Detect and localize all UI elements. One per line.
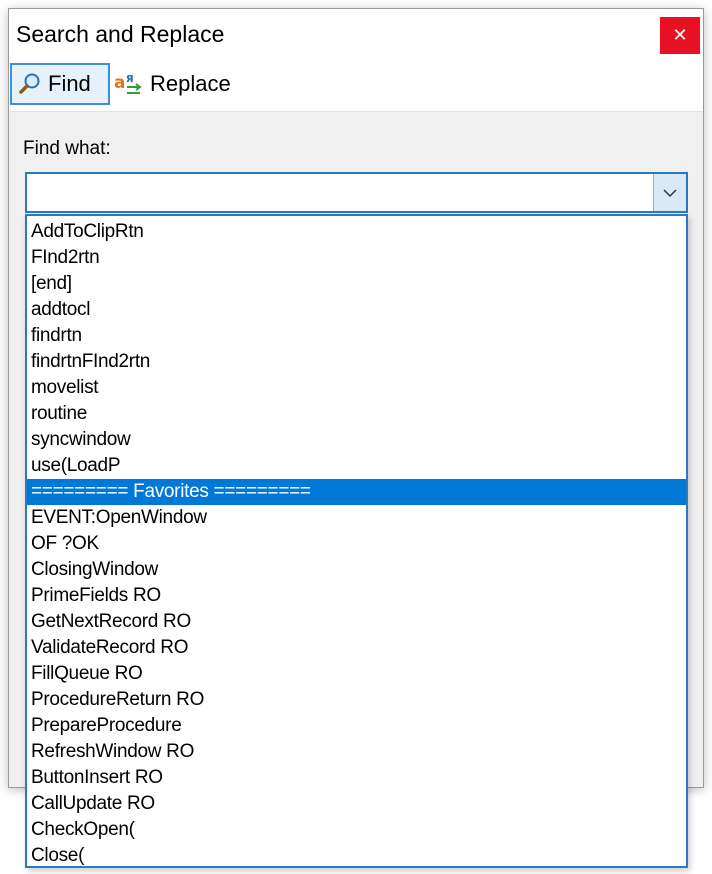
list-item[interactable]: FillQueue RO: [27, 661, 686, 687]
list-item[interactable]: EVENT:OpenWindow: [27, 505, 686, 531]
svg-text:я: я: [126, 71, 134, 85]
toolbar: Find a я Replace: [9, 59, 703, 112]
list-item[interactable]: FInd2rtn: [27, 245, 686, 271]
list-item[interactable]: [end]: [27, 271, 686, 297]
list-item[interactable]: PrimeFields RO: [27, 583, 686, 609]
list-item-selected[interactable]: ========= Favorites =========: [27, 479, 686, 505]
list-item[interactable]: ClosingWindow: [27, 557, 686, 583]
list-item[interactable]: CheckOpen(: [27, 817, 686, 843]
tab-find-label: Find: [48, 71, 91, 96]
find-what-combobox[interactable]: [25, 172, 688, 213]
tab-find[interactable]: Find: [10, 63, 110, 105]
close-icon: ✕: [672, 25, 688, 46]
list-item[interactable]: Close(: [27, 843, 686, 866]
magnifier-icon: [19, 73, 40, 94]
svg-text:a: a: [114, 73, 125, 93]
list-item[interactable]: RefreshWindow RO: [27, 739, 686, 765]
list-item[interactable]: syncwindow: [27, 427, 686, 453]
window-title: Search and Replace: [16, 21, 225, 47]
list-item[interactable]: OF ?OK: [27, 531, 686, 557]
title-bar[interactable]: Search and Replace ✕: [9, 9, 703, 59]
replace-icon: a я: [114, 71, 142, 94]
list-item[interactable]: PrepareProcedure: [27, 713, 686, 739]
tab-replace[interactable]: a я Replace: [112, 63, 231, 105]
find-what-label: Find what:: [23, 138, 111, 159]
list-item[interactable]: ButtonInsert RO: [27, 765, 686, 791]
dropdown-list: AddToClipRtn FInd2rtn [end] addtocl findrtn f…: [27, 216, 686, 866]
list-item[interactable]: findrtn: [27, 323, 686, 349]
list-item[interactable]: CallUpdate RO: [27, 791, 686, 817]
close-button[interactable]: ✕: [660, 17, 700, 54]
list-item[interactable]: routine: [27, 401, 686, 427]
chevron-down-icon: [663, 188, 677, 197]
list-item[interactable]: use(LoadP: [27, 453, 686, 479]
dropdown-button[interactable]: [653, 174, 686, 211]
list-item[interactable]: ProcedureReturn RO: [27, 687, 686, 713]
list-item[interactable]: movelist: [27, 375, 686, 401]
list-item[interactable]: addtocl: [27, 297, 686, 323]
list-item[interactable]: AddToClipRtn: [27, 219, 686, 245]
tab-replace-label: Replace: [150, 71, 231, 96]
list-item[interactable]: GetNextRecord RO: [27, 609, 686, 635]
find-history-dropdown[interactable]: AddToClipRtn FInd2rtn [end] addtocl findrtn f…: [25, 214, 688, 868]
list-item[interactable]: ValidateRecord RO: [27, 635, 686, 661]
list-item[interactable]: findrtnFInd2rtn: [27, 349, 686, 375]
